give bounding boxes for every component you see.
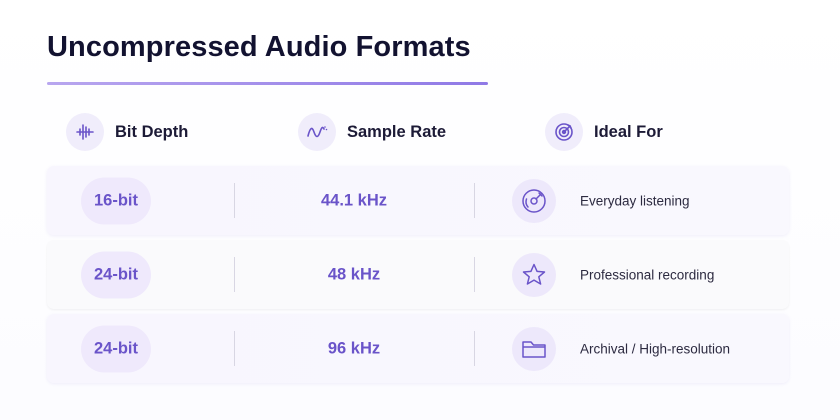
sine-wave-icon — [298, 113, 336, 151]
disc-icon — [512, 178, 556, 223]
page-title: Uncompressed Audio Formats — [47, 31, 471, 63]
column-divider — [474, 257, 475, 292]
ideal-for-text: Professional recording — [580, 267, 715, 282]
header-bit-depth: Bit Depth — [66, 112, 188, 152]
ideal-for-text: Everyday listening — [580, 193, 690, 208]
sample-rate-value: 48 kHz — [327, 265, 381, 283]
header-label: Sample Rate — [347, 122, 447, 141]
star-icon — [512, 252, 556, 297]
folder-icon — [512, 326, 556, 371]
target-icon — [545, 113, 583, 151]
bit-depth-pill: 24-bit — [81, 325, 151, 372]
table-row: 24-bit 96 kHz Archival / High-resolution — [47, 314, 789, 383]
header-ideal-for: Ideal For — [545, 112, 663, 152]
header-label: Bit Depth — [115, 122, 189, 141]
ideal-for-text: Archival / High-resolution — [580, 341, 731, 356]
header-label: Ideal For — [594, 122, 663, 141]
sample-rate-value: 44.1 kHz — [320, 191, 388, 209]
waveform-bars-icon — [66, 113, 104, 151]
audio-formats-card: Uncompressed Audio Formats Bit Depth Sam… — [0, 0, 840, 420]
table-row: 16-bit 44.1 kHz Everyday listening — [47, 166, 789, 235]
header-sample-rate: Sample Rate — [298, 112, 446, 152]
column-divider — [474, 331, 475, 366]
title-underline — [47, 82, 488, 85]
bit-depth-pill: 24-bit — [81, 251, 151, 298]
column-divider — [474, 183, 475, 218]
table-row: 24-bit 48 kHz Professional recording — [47, 240, 789, 309]
bit-depth-pill: 16-bit — [81, 177, 151, 224]
formats-table: 16-bit 44.1 kHz Everyday listening 24-bi… — [47, 166, 789, 388]
table-header: Bit Depth Sample Rate Ideal For — [47, 112, 788, 152]
sample-rate-value: 96 kHz — [327, 339, 381, 357]
